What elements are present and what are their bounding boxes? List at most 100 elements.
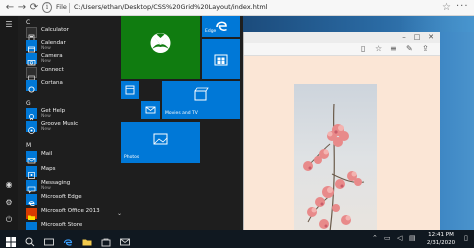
task-view-icon[interactable] [43, 233, 55, 246]
show-hidden-icons-icon[interactable]: ⌃ [372, 234, 378, 242]
mail-icon [26, 151, 37, 164]
tile-mail[interactable] [141, 101, 160, 119]
settings-gear-icon[interactable]: ⚙ [4, 198, 14, 208]
tile-photos[interactable]: Photos [121, 122, 200, 163]
minimize-icon[interactable]: – [399, 32, 409, 43]
app-cortana[interactable]: Cortana [26, 80, 121, 93]
flower-photo [294, 84, 377, 232]
tile-store[interactable] [202, 39, 240, 79]
clock-time: 12:41 PM [428, 232, 454, 238]
reload-icon[interactable]: ⟳ [28, 2, 40, 14]
app-camera[interactable]: Camera New [26, 53, 121, 66]
windows-start-icon[interactable] [5, 233, 17, 247]
taskbar-clock[interactable]: 12:41 PM 2/31/2020 [420, 231, 462, 247]
app-label: Connect [41, 67, 64, 73]
forward-icon[interactable]: → [16, 2, 28, 14]
office-folder-icon [26, 208, 37, 220]
action-center-icon[interactable]: ▤ [409, 234, 416, 242]
section-header-c[interactable]: C [26, 19, 30, 26]
start-rail: ☰ ◉ ⚙ ⏻ [0, 16, 18, 230]
search-icon[interactable] [24, 233, 36, 247]
app-calendar[interactable]: Calendar New [26, 40, 121, 53]
network-icon[interactable]: ▭ [384, 234, 391, 242]
app-connect[interactable]: Connect [26, 67, 121, 82]
camera-icon [26, 53, 37, 66]
edge-icon [26, 194, 37, 206]
calendar-icon [26, 40, 37, 53]
browser-window[interactable]: – □ ✕ ▯ ☆ ≡ ✎ ⇪ [243, 32, 441, 232]
messaging-icon [26, 180, 37, 194]
tile-label: Edge [205, 29, 217, 34]
app-groove-music[interactable]: Groove Music New [26, 121, 121, 134]
mail-taskbar-icon[interactable] [119, 233, 131, 246]
maximize-icon[interactable]: □ [412, 32, 422, 43]
tile-grid: Edge Movies and TV Photos [121, 16, 243, 230]
tile-label: Movies and TV [165, 111, 198, 116]
app-microsoft-office[interactable]: Microsoft Office 2013 ⌄ [26, 208, 121, 221]
store-taskbar-icon[interactable] [100, 233, 112, 247]
tile-edge[interactable]: Edge [202, 16, 240, 37]
volume-icon[interactable]: ◁ [397, 234, 402, 242]
app-microsoft-store[interactable]: Microsoft Store [26, 222, 121, 230]
page-content [244, 56, 441, 232]
section-header-m[interactable]: M [26, 142, 31, 149]
site-info-icon[interactable]: i [42, 2, 52, 13]
mail-tile-icon [145, 106, 156, 114]
user-account-icon[interactable]: ◉ [4, 180, 14, 190]
app-label: Maps [41, 166, 56, 172]
tile-xbox[interactable] [121, 16, 200, 79]
get-help-icon [26, 108, 37, 121]
notes-icon[interactable]: ✎ [406, 44, 413, 53]
xbox-icon [150, 33, 171, 53]
favorite-icon[interactable]: ☆ [375, 44, 382, 53]
maps-icon [26, 166, 37, 179]
store-bag-icon [214, 54, 228, 66]
window-titlebar[interactable]: – □ ✕ [244, 32, 441, 43]
section-header-g[interactable]: G [26, 100, 31, 107]
favorite-star-icon[interactable]: ☆ [442, 2, 451, 13]
browser-toolbar: ← → ⟳ i File C:/Users/ethan/Desktop/CSS%… [0, 0, 474, 16]
notifications-icon[interactable]: ▯ [464, 234, 468, 242]
taskbar: ⌃ ▭ ◁ ▤ 12:41 PM 2/31/2020 ▯ [0, 230, 474, 248]
app-sublabel: New [41, 114, 51, 119]
app-maps[interactable]: Maps [26, 166, 121, 179]
cortana-icon [26, 80, 37, 93]
app-label: Microsoft Store [41, 222, 83, 228]
file-label: File [56, 3, 67, 11]
app-sublabel: New [41, 127, 51, 132]
tile-label: Photos [124, 155, 140, 160]
back-icon[interactable]: ← [4, 2, 16, 14]
clock-date: 2/31/2020 [426, 240, 456, 246]
reading-view-icon[interactable]: ▯ [361, 44, 365, 53]
app-messaging[interactable]: Messaging New [26, 180, 121, 194]
more-options-icon[interactable]: ··· [456, 1, 469, 12]
share-icon[interactable]: ⇪ [422, 44, 429, 53]
address-divider [69, 3, 70, 13]
app-mail[interactable]: Mail [26, 151, 121, 164]
app-label: Microsoft Edge [41, 194, 82, 200]
tile-calendar[interactable] [121, 81, 139, 99]
wallpaper-edge [440, 32, 474, 230]
app-sublabel: New [41, 46, 51, 51]
calculator-icon [26, 27, 37, 43]
address-bar[interactable]: C:/Users/ethan/Desktop/CSS%20Grid%20Layo… [74, 3, 268, 11]
pink-flowers-illustration [303, 103, 365, 232]
power-icon[interactable]: ⏻ [4, 215, 14, 225]
app-calculator[interactable]: Calculator [26, 27, 121, 43]
calendar-tile-icon [125, 85, 135, 95]
tile-movies-tv[interactable]: Movies and TV [162, 81, 240, 119]
desktop-screen: ← → ⟳ i File C:/Users/ethan/Desktop/CSS%… [0, 0, 474, 248]
app-list: C Calculator Calendar New Camera New Con… [18, 16, 121, 230]
hamburger-icon[interactable]: ☰ [4, 20, 14, 30]
app-label: Mail [41, 151, 53, 157]
app-sublabel: New [41, 59, 51, 64]
store-icon [26, 222, 37, 230]
app-get-help[interactable]: Get Help New [26, 108, 121, 121]
close-icon[interactable]: ✕ [426, 32, 436, 43]
hub-icon[interactable]: ≡ [390, 44, 397, 53]
app-label: Microsoft Office 2013 [41, 208, 100, 214]
app-label: Calculator [41, 27, 69, 33]
app-microsoft-edge[interactable]: Microsoft Edge [26, 194, 121, 207]
edge-taskbar-icon[interactable] [62, 233, 74, 246]
file-explorer-icon[interactable] [81, 233, 93, 246]
